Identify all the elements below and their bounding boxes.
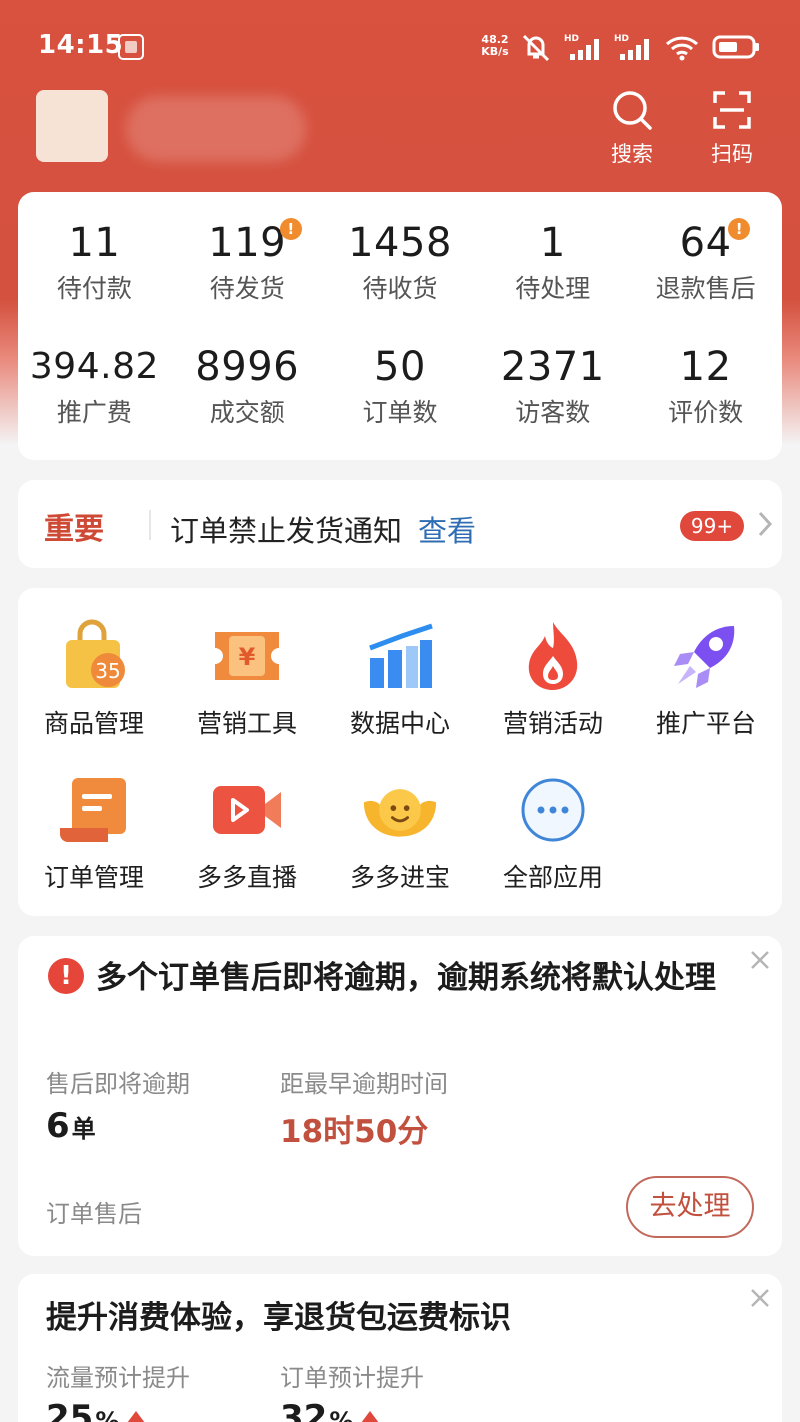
scan-label: 扫码 — [711, 142, 753, 166]
battery-icon — [712, 35, 759, 59]
stat-pending-shipment[interactable]: 119 待发货 ! — [171, 218, 324, 304]
search-icon — [613, 91, 652, 130]
increase-arrow-icon — [361, 1411, 380, 1422]
search-label: 搜索 — [611, 142, 653, 166]
more-dots-icon — [521, 778, 585, 842]
svg-text:35: 35 — [95, 659, 120, 683]
order-stats-row: 11 待付款 119 待发货 ! 1458 待收货 1 待处理 64 退款售后 … — [18, 218, 782, 304]
shopping-bag-icon: 35 — [66, 619, 125, 688]
app-data-center[interactable]: 数据中心 — [324, 618, 476, 740]
app-marketing-tools[interactable]: ¥ 营销工具 — [171, 618, 323, 740]
svg-text:¥: ¥ — [239, 643, 256, 671]
increase-arrow-icon — [127, 1411, 146, 1422]
traffic-increase-value: 25% — [46, 1398, 146, 1422]
ingot-icon — [363, 789, 437, 837]
important-notice-bar[interactable]: 重要 订单禁止发货通知 查看 99+ — [18, 480, 782, 568]
close-icon[interactable] — [746, 946, 774, 974]
status-time: 14:15 — [38, 30, 124, 60]
business-stats-row: 394.82 推广费 8996 成交额 50 订单数 2371 访客数 12 评… — [18, 344, 782, 428]
order-increase-label: 订单预计提升 — [280, 1364, 424, 1392]
bar-chart-icon — [369, 623, 433, 688]
handle-button[interactable]: 去处理 — [626, 1176, 754, 1238]
return-shipping-promo: 提升消费体验，享退货包运费标识 流量预计提升 25% 订单预计提升 32% — [18, 1274, 782, 1422]
notice-divider — [149, 510, 151, 540]
scan-button[interactable]: 扫码 — [700, 88, 764, 168]
search-button[interactable]: 搜索 — [600, 88, 664, 168]
app-duoduo-jinbao[interactable]: 多多进宝 — [324, 772, 476, 894]
notification-app-icon — [118, 34, 144, 60]
overdue-count-value: 6单 — [46, 1106, 96, 1146]
stat-pending-handling[interactable]: 1 待处理 — [476, 220, 629, 304]
traffic-increase-label: 流量预计提升 — [46, 1364, 190, 1392]
shop-name-redacted — [126, 96, 306, 162]
wifi-icon — [665, 36, 699, 61]
promo-title: 提升消费体验，享退货包运费标识 — [46, 1300, 511, 1336]
status-bar: 14:15 48.2 KB/s HD HD — [0, 0, 800, 90]
status-icons: HD HD — [520, 30, 760, 64]
stat-refund-aftersale[interactable]: 64 退款售后 ! — [629, 218, 782, 304]
network-speed: 48.2 KB/s — [476, 34, 514, 58]
notice-view-link[interactable]: 查看 — [418, 508, 476, 550]
alert-category: 订单售后 — [46, 1200, 142, 1228]
cellular-signal-icon: HD — [564, 34, 599, 60]
stat-pending-receipt[interactable]: 1458 待收货 — [324, 220, 477, 304]
close-icon[interactable] — [746, 1284, 774, 1312]
stat-gmv[interactable]: 8996 成交额 — [171, 344, 324, 428]
network-speed-unit: KB/s — [481, 45, 509, 58]
app-marketing-events[interactable]: 营销活动 — [477, 618, 629, 740]
stats-card: 11 待付款 119 待发货 ! 1458 待收货 1 待处理 64 退款售后 … — [18, 192, 782, 460]
coupon-icon: ¥ — [215, 632, 279, 680]
stat-promotion-fee[interactable]: 394.82 推广费 — [18, 344, 171, 428]
svg-text:HD: HD — [564, 34, 579, 44]
stat-reviews[interactable]: 12 评价数 — [629, 344, 782, 428]
notice-count-badge: 99+ — [680, 511, 744, 541]
aftersale-overdue-alert: ! 多个订单售后即将逾期，逾期系统将默认处理 售后即将逾期 6单 距最早逾期时间… — [18, 936, 782, 1256]
overdue-count-label: 售后即将逾期 — [46, 1070, 190, 1098]
rocket-icon — [674, 626, 735, 688]
cellular-signal-2-icon: HD — [614, 34, 649, 60]
stat-pending-payment[interactable]: 11 待付款 — [18, 220, 171, 304]
shop-avatar[interactable] — [36, 90, 108, 162]
app-grid: 35 商品管理 ¥ 营销工具 数据中心 营销活动 推广平台 订单管理 多多直播 … — [18, 588, 782, 916]
stat-visitors[interactable]: 2371 访客数 — [476, 344, 629, 428]
app-live-streaming[interactable]: 多多直播 — [171, 772, 323, 894]
alert-badge-icon: ! — [279, 218, 302, 240]
scan-icon — [713, 91, 751, 129]
mute-icon — [522, 34, 550, 62]
earliest-overdue-label: 距最早逾期时间 — [280, 1070, 448, 1098]
fire-icon — [528, 622, 578, 690]
notice-tag: 重要 — [44, 512, 104, 547]
scroll-icon — [60, 778, 126, 842]
earliest-overdue-value: 18时50分 — [280, 1114, 429, 1150]
app-all-apps[interactable]: 全部应用 — [477, 772, 629, 894]
live-video-icon — [213, 786, 281, 834]
notice-text: 订单禁止发货通知 — [170, 514, 403, 548]
chevron-right-icon — [758, 511, 773, 537]
app-order-management[interactable]: 订单管理 — [18, 772, 170, 894]
svg-text:HD: HD — [614, 34, 629, 44]
app-product-management[interactable]: 35 商品管理 — [18, 618, 170, 740]
app-promotion-platform[interactable]: 推广平台 — [630, 618, 782, 740]
stat-order-count[interactable]: 50 订单数 — [324, 344, 477, 428]
alert-title: 多个订单售后即将逾期，逾期系统将默认处理 — [96, 960, 716, 996]
order-increase-value: 32% — [280, 1398, 380, 1422]
